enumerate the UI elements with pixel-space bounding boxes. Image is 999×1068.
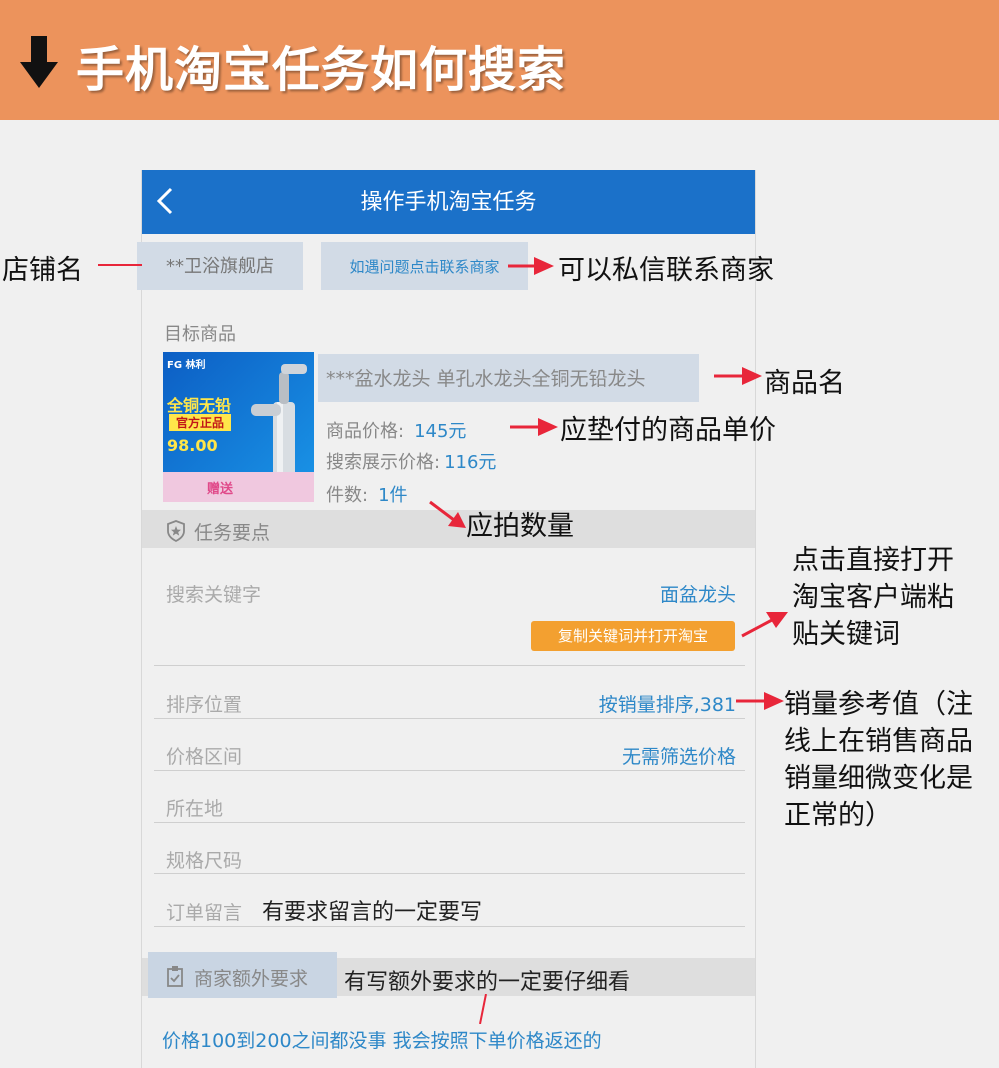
annotation-sales-ref-1: 销量参考值（注 (784, 689, 973, 720)
annotation-arrow-icon (741, 612, 788, 638)
divider (154, 926, 745, 927)
banner-title: 手机淘宝任务如何搜索 (76, 42, 567, 98)
faucet-icon (251, 364, 307, 480)
annotation-arrow-icon (508, 257, 554, 275)
product-name: ***盆水龙头 单孔水龙头全铜无铅龙头 (318, 354, 699, 402)
product-image-price: 98.00 (167, 436, 218, 455)
annotation-unit-price: 应垫付的商品单价 (560, 415, 776, 446)
annotation-open-taobao-3: 贴关键词 (792, 619, 900, 650)
page-title: 操作手机淘宝任务 (360, 190, 537, 215)
product-image-headline-1: 全铜无铅 (167, 396, 232, 415)
product-price-label: 商品价格: (326, 421, 405, 442)
target-product-label: 目标商品 (164, 324, 236, 345)
annotation-product-name: 商品名 (764, 368, 845, 399)
annotation-contact: 可以私信联系商家 (558, 255, 774, 286)
merchant-extra-label: 商家额外要求 (194, 968, 309, 990)
clipboard-check-icon (167, 966, 183, 987)
annotation-open-taobao-1: 点击直接打开 (792, 545, 954, 576)
annotation-sales-ref-4: 正常的） (784, 800, 892, 831)
product-image-gift: 赠送 (207, 482, 234, 497)
keyword-label: 搜索关键字 (166, 584, 262, 606)
divider (154, 770, 745, 771)
search-price-value: 116元 (444, 452, 497, 473)
quantity-value: 1件 (378, 485, 408, 506)
annotation-open-taobao-2: 淘宝客户端粘 (792, 582, 954, 613)
product-image[interactable]: FG 林利 全铜无铅 官方正品 98.00 赠送 (163, 352, 314, 502)
product-image-headline-2: 官方正品 (169, 414, 231, 431)
annotation-arrow-icon (510, 418, 558, 436)
price-range-value: 无需筛选价格 (621, 746, 736, 768)
annotation-sales-ref-3: 销量细微变化是 (784, 763, 973, 794)
product-image-brand: FG 林利 (167, 360, 206, 371)
order-note-label: 订单留言 (166, 902, 243, 924)
shop-name: **卫浴旗舰店 (137, 242, 303, 290)
divider (154, 665, 745, 666)
divider (154, 718, 745, 719)
annotation-arrow-icon (736, 692, 784, 710)
contact-merchant-link[interactable]: 如遇问题点击联系商家 (321, 242, 528, 290)
annotation-quantity: 应拍数量 (466, 511, 574, 542)
product-price: 商品价格: 145元 (326, 417, 466, 443)
task-points-label: 任务要点 (194, 522, 271, 544)
location-label: 所在地 (166, 798, 224, 820)
search-price: 搜索展示价格: 116元 (326, 448, 496, 474)
price-range-label: 价格区间 (166, 746, 243, 768)
annotation-line (479, 994, 487, 1024)
divider (154, 822, 745, 823)
sort-position-label: 排序位置 (166, 694, 243, 716)
annotation-shop-name: 店铺名 (2, 255, 83, 286)
phone-screen: 操作手机淘宝任务 **卫浴旗舰店 如遇问题点击联系商家 目标商品 FG 林利 全… (137, 170, 756, 1068)
quantity-label: 件数: (326, 485, 369, 506)
annotation-extra: 有写额外要求的一定要仔细看 (344, 970, 631, 995)
product-price-value: 145元 (414, 421, 467, 442)
annotation-arrow-icon (429, 500, 466, 528)
divider (154, 873, 745, 874)
size-spec-label: 规格尺码 (166, 850, 243, 872)
gift-strip (163, 472, 314, 502)
search-price-label: 搜索展示价格: (326, 452, 441, 473)
quantity: 件数: 1件 (326, 481, 408, 507)
annotation-order-note: 有要求留言的一定要写 (262, 900, 483, 925)
annotation-arrow-icon (714, 367, 762, 385)
keyword-value: 面盆龙头 (659, 584, 736, 606)
down-arrow-icon (20, 36, 58, 88)
copy-keyword-open-taobao-button[interactable]: 复制关键词并打开淘宝 (531, 621, 735, 651)
merchant-extra-note: 价格100到200之间都没事 我会按照下单价格返还的 (162, 1030, 602, 1052)
shield-star-icon (167, 520, 185, 542)
sort-position-value: 按销量排序,381 (598, 694, 736, 716)
annotation-sales-ref-2: 线上在销售商品 (784, 726, 973, 757)
annotation-line (98, 264, 142, 266)
